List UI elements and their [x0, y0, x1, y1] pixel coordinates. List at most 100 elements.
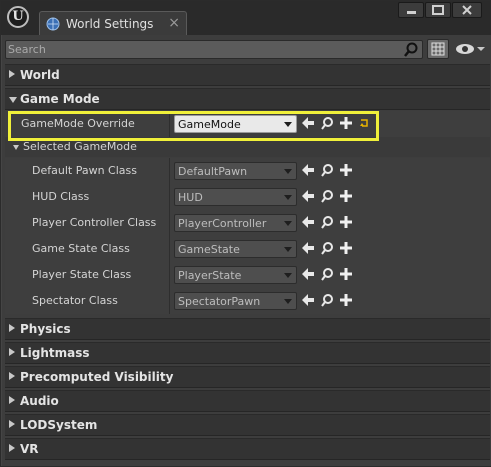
section-label: Game Mode	[20, 92, 100, 106]
combo-value: PlayerController	[178, 217, 267, 230]
tab-title: World Settings	[66, 17, 154, 31]
minimize-button[interactable]	[398, 2, 424, 18]
player-state-combo[interactable]: PlayerState	[174, 266, 297, 284]
eye-icon	[456, 44, 485, 54]
arrow-left-icon[interactable]	[301, 293, 315, 307]
search-input[interactable]	[8, 42, 398, 57]
add-icon[interactable]	[339, 267, 353, 281]
column-divider[interactable]	[169, 210, 170, 236]
section-physics[interactable]: Physics	[5, 318, 490, 340]
arrow-left-icon[interactable]	[301, 241, 315, 255]
property-row-spectator: Spectator Class SpectatorPawn	[5, 288, 490, 314]
chevron-down-icon	[284, 221, 292, 226]
column-divider[interactable]	[169, 236, 170, 262]
details-panel: World Game Mode GameMode Override GameMo…	[2, 35, 491, 466]
section-label: VR	[20, 442, 39, 456]
column-divider[interactable]	[169, 288, 170, 314]
section-label: Audio	[20, 394, 59, 408]
section-audio[interactable]: Audio	[5, 390, 490, 412]
section-label: World	[20, 68, 60, 82]
expand-arrow-icon	[9, 444, 15, 452]
tab-world-settings[interactable]: World Settings ×	[39, 11, 187, 35]
section-label: Physics	[20, 322, 71, 336]
view-options-icon	[431, 42, 445, 56]
search-box[interactable]	[5, 40, 423, 59]
browse-icon[interactable]	[320, 189, 334, 203]
chevron-down-icon	[284, 273, 292, 278]
chevron-down-icon	[284, 247, 292, 252]
expand-arrow-icon	[9, 70, 15, 78]
section-label: Precomputed Visibility	[20, 370, 174, 384]
property-row-game-state: Game State Class GameState	[5, 236, 490, 262]
browse-icon[interactable]	[320, 163, 334, 177]
section-precomputed-visibility[interactable]: Precomputed Visibility	[5, 366, 490, 388]
collapse-arrow-icon	[13, 145, 19, 150]
minimize-icon	[407, 11, 416, 14]
add-icon[interactable]	[339, 215, 353, 229]
add-icon[interactable]	[339, 189, 353, 203]
section-game-mode[interactable]: Game Mode	[5, 88, 490, 110]
property-label: Player Controller Class	[32, 216, 157, 229]
property-row-player-controller: Player Controller Class PlayerController	[5, 210, 490, 236]
property-label: Game State Class	[32, 242, 130, 255]
tab-close-icon[interactable]: ×	[168, 15, 180, 31]
expand-arrow-icon	[9, 348, 15, 356]
arrow-left-icon[interactable]	[301, 267, 315, 281]
view-options-button[interactable]	[427, 39, 449, 59]
close-button[interactable]	[452, 2, 482, 18]
default-pawn-combo[interactable]: DefaultPawn	[174, 162, 297, 180]
browse-icon[interactable]	[320, 241, 334, 255]
property-label: Player State Class	[32, 268, 132, 281]
browse-icon[interactable]	[320, 293, 334, 307]
section-label: Lightmass	[20, 346, 90, 360]
section-lod-system[interactable]: LODSystem	[5, 414, 490, 436]
world-settings-icon	[46, 17, 60, 31]
arrow-left-icon[interactable]	[301, 215, 315, 229]
add-icon[interactable]	[339, 163, 353, 177]
column-divider[interactable]	[169, 158, 170, 184]
section-label: LODSystem	[20, 418, 98, 432]
maximize-icon	[432, 5, 444, 15]
world-settings-window: U World Settings × Search World Game Mod…	[0, 0, 491, 467]
title-bar: U World Settings ×	[1, 1, 490, 35]
property-label: Spectator Class	[32, 294, 118, 307]
spectator-class-combo[interactable]: SpectatorPawn	[174, 292, 297, 310]
property-row-player-state: Player State Class PlayerState	[5, 262, 490, 288]
chevron-down-icon	[284, 299, 292, 304]
section-lightmass[interactable]: Lightmass	[5, 342, 490, 364]
browse-icon[interactable]	[320, 267, 334, 281]
chevron-down-icon	[284, 169, 292, 174]
browse-icon[interactable]	[320, 215, 334, 229]
expand-arrow-icon	[9, 372, 15, 380]
property-row-hud: HUD Class HUD	[5, 184, 490, 210]
property-label: HUD Class	[32, 190, 90, 203]
combo-value: DefaultPawn	[178, 165, 248, 178]
subsection-label: Selected GameMode	[23, 140, 137, 153]
close-icon	[462, 5, 472, 15]
player-controller-combo[interactable]: PlayerController	[174, 214, 297, 232]
visibility-dropdown[interactable]	[453, 40, 487, 58]
property-row-default-pawn: Default Pawn Class DefaultPawn	[5, 158, 490, 184]
column-divider[interactable]	[169, 184, 170, 210]
arrow-left-icon[interactable]	[301, 163, 315, 177]
collapse-arrow-icon	[9, 97, 17, 103]
column-divider[interactable]	[169, 262, 170, 288]
maximize-button[interactable]	[425, 2, 451, 18]
game-state-combo[interactable]: GameState	[174, 240, 297, 258]
combo-value: SpectatorPawn	[178, 295, 261, 308]
expand-arrow-icon	[9, 396, 15, 404]
hud-class-combo[interactable]: HUD	[174, 188, 297, 206]
combo-value: PlayerState	[178, 269, 242, 282]
property-label: Default Pawn Class	[32, 164, 137, 177]
chevron-down-icon	[284, 195, 292, 200]
add-icon[interactable]	[339, 241, 353, 255]
expand-arrow-icon	[9, 324, 15, 332]
arrow-left-icon[interactable]	[301, 189, 315, 203]
section-vr[interactable]: VR	[5, 438, 490, 460]
search-icon[interactable]	[403, 42, 419, 58]
highlight-box	[8, 111, 379, 141]
combo-value: GameState	[178, 243, 240, 256]
add-icon[interactable]	[339, 293, 353, 307]
combo-value: HUD	[178, 191, 203, 204]
section-world[interactable]: World	[5, 64, 490, 86]
